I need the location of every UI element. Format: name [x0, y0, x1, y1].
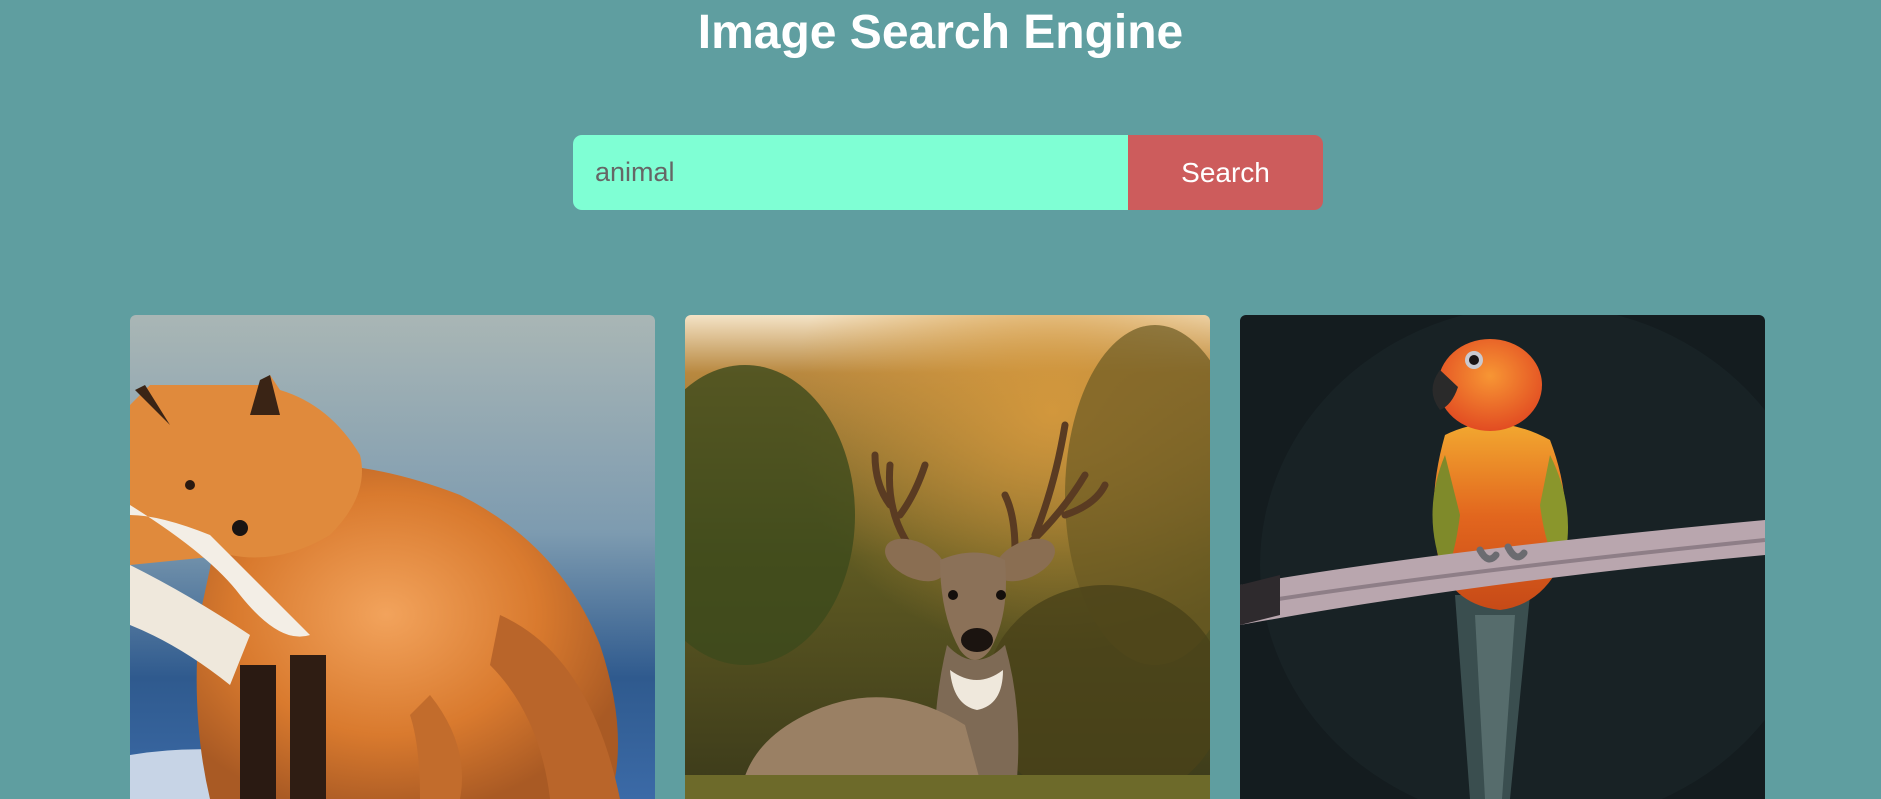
search-form: Search	[573, 135, 1323, 210]
result-image-deer[interactable]	[685, 315, 1210, 799]
result-image-fox[interactable]	[130, 315, 655, 799]
search-results	[130, 315, 1766, 799]
result-image-parrot[interactable]	[1240, 315, 1765, 799]
fox-photo	[130, 315, 655, 799]
parrot-photo	[1240, 315, 1765, 799]
search-button[interactable]: Search	[1128, 135, 1323, 210]
search-input[interactable]	[573, 135, 1128, 210]
deer-photo	[685, 315, 1210, 799]
page: Image Search Engine Search	[0, 0, 1881, 799]
page-title: Image Search Engine	[697, 6, 1184, 59]
